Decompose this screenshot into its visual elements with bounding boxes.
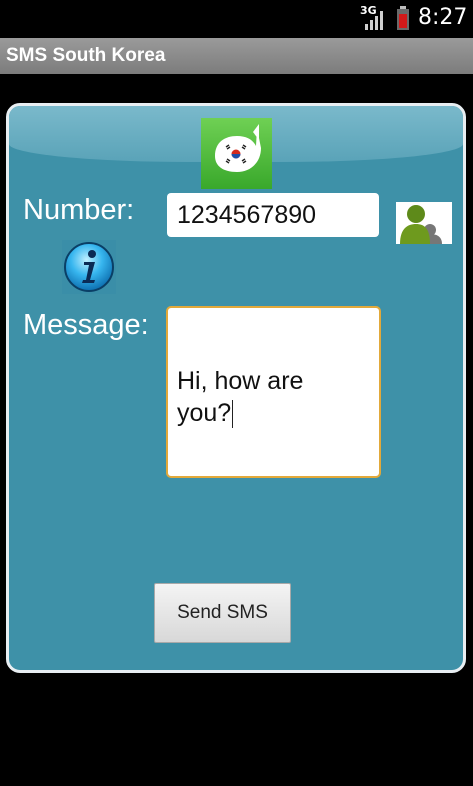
battery-icon xyxy=(397,6,409,30)
message-label: Message: xyxy=(23,309,149,341)
signal-icon xyxy=(365,11,383,30)
info-button[interactable] xyxy=(62,240,116,294)
app-title: SMS South Korea xyxy=(6,45,166,66)
number-label: Number: xyxy=(23,194,135,226)
speech-bubble-korea-flag-icon xyxy=(215,124,261,172)
status-bar: 3G 8:27 xyxy=(0,0,473,38)
clock: 8:27 xyxy=(418,5,468,30)
contacts-icon xyxy=(400,205,442,244)
message-text: Hi, how are you? xyxy=(177,367,304,427)
message-input[interactable]: Hi, how are you? xyxy=(166,306,381,478)
info-icon xyxy=(64,242,114,292)
phone-number-input[interactable]: 1234567890 xyxy=(167,193,379,237)
app-title-bar: SMS South Korea xyxy=(0,38,473,74)
contacts-button[interactable] xyxy=(396,202,452,244)
app-logo xyxy=(201,118,272,189)
send-sms-button[interactable]: Send SMS xyxy=(154,583,291,643)
text-caret xyxy=(232,400,234,429)
